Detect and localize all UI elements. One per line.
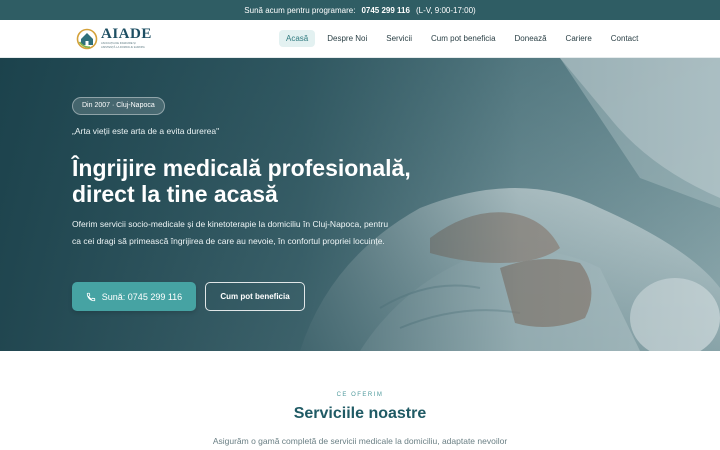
topbar-phone-link[interactable]: 0745 299 116 (361, 6, 410, 15)
nav-menu: Acasă Despre Noi Servicii Cum pot benefi… (279, 30, 650, 47)
nav-item-cariere[interactable]: Cariere (559, 30, 599, 47)
hero-section: Din 2007 · Cluj-Napoca „Arta vieții este… (0, 58, 720, 351)
call-button[interactable]: Sună: 0745 299 116 (72, 282, 196, 311)
topbar-hours: (L-V, 9:00-17:00) (415, 5, 476, 15)
nav-item-doneaza[interactable]: Donează (508, 30, 554, 47)
logo-name: AIADE (101, 26, 152, 43)
hero-title-line-2: direct la tine acasă (72, 181, 278, 207)
hero-title: Îngrijire medicală profesională, direct … (72, 155, 411, 207)
logo-tagline: ASOCIAȚIA DE INGRIJIRE ȘI ASISTENȚĂ LA D… (101, 42, 145, 49)
hero-title-line-1: Îngrijire medicală profesională, (72, 155, 411, 181)
nav-item-acasa[interactable]: Acasă (279, 30, 316, 47)
nav-item-servicii[interactable]: Servicii (379, 30, 419, 47)
nav-item-cum-pot-beneficia[interactable]: Cum pot beneficia (424, 30, 502, 47)
site-logo[interactable]: AIADE ASOCIAȚIA DE INGRIJIRE ȘI ASISTENȚ… (76, 26, 152, 50)
hero-description: Oferim servicii socio-medicale și de kin… (72, 219, 389, 246)
hero-quote: „Arta vieții este arta de a evita durere… (72, 126, 220, 136)
top-contact-bar: Sună acum pentru programare: 0745 299 11… (0, 0, 720, 20)
phone-icon (86, 292, 95, 301)
how-to-benefit-label: Cum pot beneficia (220, 292, 290, 301)
nav-item-contact[interactable]: Contact (604, 30, 646, 47)
nav-item-despre-noi[interactable]: Despre Noi (320, 30, 374, 47)
services-kicker: CE OFERIM (336, 392, 384, 398)
logo-house-icon (76, 28, 98, 50)
hero-badge: Din 2007 · Cluj-Napoca (72, 97, 165, 115)
how-to-benefit-button[interactable]: Cum pot beneficia (205, 282, 305, 311)
call-button-label: Sună: 0745 299 116 (101, 291, 183, 302)
services-description: Asigurăm o gamă completă de servicii med… (212, 436, 508, 446)
services-title: Serviciile noastre (293, 405, 427, 422)
main-navbar: AIADE ASOCIAȚIA DE INGRIJIRE ȘI ASISTENȚ… (0, 20, 720, 58)
topbar-text: Sună acum pentru programare: (244, 5, 356, 15)
